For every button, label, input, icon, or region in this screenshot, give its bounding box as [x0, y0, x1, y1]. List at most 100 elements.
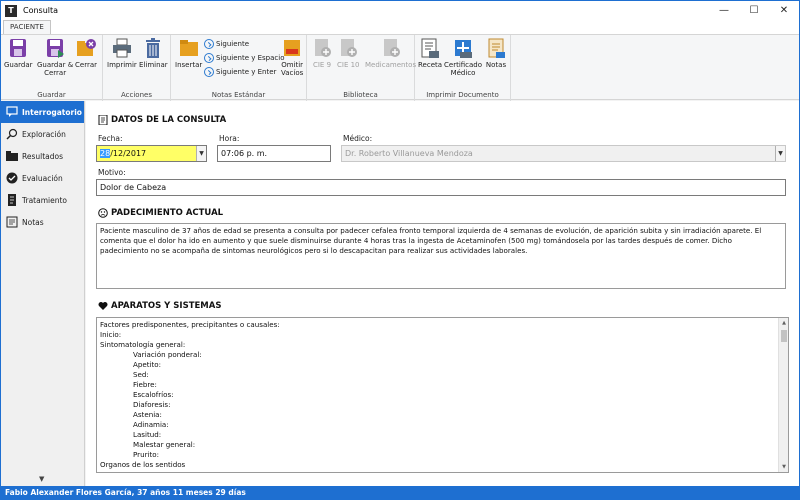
certificado-label-2: Médico	[450, 69, 476, 77]
omitir-vacios-button[interactable]: Omitir Vacíos	[281, 37, 303, 77]
app-icon: T	[5, 4, 17, 17]
siguiente-label: Siguiente	[216, 40, 250, 48]
motivo-label: Motivo:	[98, 168, 126, 177]
close-button[interactable]: ✕	[769, 1, 799, 20]
datos-section-title: DATOS DE LA CONSULTA	[98, 114, 226, 126]
cie10-button[interactable]: CIE 10	[337, 37, 360, 69]
aparatos-line: Sed:	[133, 370, 149, 379]
aparatos-line: Organos de los sentidos	[100, 460, 186, 469]
ribbon-group-imprimir-documento: Receta Certificado Médico Notas Imprimir…	[415, 35, 511, 101]
aparatos-line: Adinamia:	[133, 420, 169, 429]
guardar-cerrar-button[interactable]: Guardar & Cerrar	[37, 37, 73, 77]
aparatos-line: Fiebre:	[133, 380, 157, 389]
fecha-rest: /12/2017	[110, 149, 147, 158]
check-circle-icon	[6, 172, 18, 184]
main-content: DATOS DE LA CONSULTA Fecha: 28/12/2017 ▼…	[86, 101, 799, 486]
medicamentos-label: Medicamentos	[365, 61, 417, 69]
guardar-button[interactable]: Guardar	[4, 37, 33, 69]
aparatos-line: Factores predisponentes, precipitantes o…	[100, 320, 280, 329]
sidebar-item-tratamiento[interactable]: Tratamiento	[1, 189, 84, 211]
chevron-down-icon[interactable]: ▼	[775, 146, 785, 161]
certificado-medico-button[interactable]: Certificado Médico	[444, 37, 482, 77]
cie10-label: CIE 10	[337, 61, 360, 69]
ribbon: Guardar Guardar & Cerrar Cerrar Guardar	[1, 34, 799, 101]
eliminar-label: Eliminar	[139, 61, 168, 69]
ribbon-group-label-acciones: Acciones	[121, 91, 152, 99]
aparatos-line: Diaforesis:	[133, 400, 171, 409]
omitir-label-2: Vacíos	[281, 69, 304, 77]
tab-paciente[interactable]: PACIENTE	[3, 20, 51, 35]
padecimiento-textarea[interactable]: Paciente masculino de 37 años de edad se…	[96, 223, 786, 289]
consulta-window: T Consulta — ☐ ✕ PACIENTE Guardar Guarda…	[0, 0, 800, 500]
ribbon-group-label-biblioteca: Biblioteca	[343, 91, 378, 99]
ribbon-group-guardar: Guardar Guardar & Cerrar Cerrar Guardar	[1, 35, 103, 101]
document-icon	[98, 114, 108, 126]
siguiente-enter-button[interactable]: Siguiente y Enter	[204, 66, 276, 78]
vertical-scrollbar[interactable]: ▲ ▼	[778, 318, 788, 472]
notas-print-button[interactable]: Notas	[485, 37, 507, 69]
sidebar-item-label: Exploración	[22, 129, 66, 139]
heart-icon	[98, 301, 108, 311]
title-bar: T Consulta — ☐ ✕	[1, 1, 799, 20]
aparatos-textarea[interactable]: Factores predisponentes, precipitantes o…	[96, 317, 789, 473]
chevron-down-icon[interactable]: ▼	[196, 146, 206, 161]
scrollbar-thumb[interactable]	[781, 330, 787, 342]
guardar-label: Guardar	[4, 61, 33, 69]
minimize-button[interactable]: —	[709, 1, 739, 20]
save-close-icon	[44, 37, 66, 59]
scroll-up-icon[interactable]: ▲	[779, 318, 788, 328]
medicamentos-button[interactable]: Medicamentos	[365, 37, 416, 69]
insertar-button[interactable]: Insertar	[175, 37, 202, 69]
sidebar-scroll-down-icon[interactable]: ▼	[39, 475, 44, 483]
siguiente-espacio-button[interactable]: Siguiente y Espacio	[204, 52, 284, 64]
receta-label: Receta	[418, 61, 443, 69]
window-title: Consulta	[23, 6, 59, 15]
guardar-cerrar-label-2: Cerrar	[44, 69, 67, 77]
cerrar-button[interactable]: Cerrar	[75, 37, 97, 69]
sidebar-item-evaluacion[interactable]: Evaluación	[1, 167, 84, 189]
sidebar-item-notas[interactable]: Notas	[1, 211, 84, 233]
siguiente-enter-label: Siguiente y Enter	[216, 68, 277, 76]
window-controls: — ☐ ✕	[709, 1, 799, 20]
aparatos-section-title: APARATOS Y SISTEMAS	[98, 301, 221, 311]
trash-icon	[142, 37, 164, 59]
siguiente-button[interactable]: Siguiente	[204, 38, 249, 50]
sidebar: Interrogatorio Exploración Resultados Ev…	[1, 101, 85, 486]
medico-field[interactable]: Dr. Roberto Villanueva Mendoza ▼	[341, 145, 786, 162]
ribbon-tab-strip: PACIENTE	[1, 20, 799, 35]
aparatos-line: Escalofríos:	[133, 390, 174, 399]
aparatos-line: Variación ponderal:	[133, 350, 202, 359]
medical-certificate-icon	[452, 37, 474, 59]
receta-button[interactable]: Receta	[418, 37, 442, 69]
scroll-down-icon[interactable]: ▼	[779, 462, 788, 472]
ribbon-group-label-notas: Notas Estándar	[211, 91, 266, 99]
arrow-circle-icon	[204, 53, 214, 63]
ribbon-group-acciones: Imprimir Eliminar Acciones	[103, 35, 171, 101]
sidebar-item-interrogatorio[interactable]: Interrogatorio	[1, 101, 84, 123]
cie9-button[interactable]: CIE 9	[311, 37, 333, 69]
ribbon-group-label-guardar: Guardar	[37, 91, 66, 99]
sidebar-item-exploracion[interactable]: Exploración	[1, 123, 84, 145]
magnifier-icon	[6, 128, 18, 140]
motivo-field[interactable]: Dolor de Cabeza	[96, 179, 786, 196]
sidebar-item-label: Evaluación	[22, 173, 63, 183]
fecha-field[interactable]: 28/12/2017 ▼	[96, 145, 207, 162]
cerrar-label: Cerrar	[75, 61, 97, 69]
folder-icon	[6, 150, 18, 162]
hora-field[interactable]: 07:06 p. m.	[217, 145, 331, 162]
insertar-label: Insertar	[175, 61, 203, 69]
aparatos-title-text: APARATOS Y SISTEMAS	[111, 301, 222, 311]
aparatos-line: Apetito:	[133, 360, 161, 369]
notes-print-icon	[485, 37, 507, 59]
aparatos-line: Inicio:	[100, 330, 122, 339]
add-document-icon	[311, 37, 333, 59]
notas-print-label: Notas	[485, 61, 507, 69]
notes-icon	[6, 216, 18, 228]
insert-note-icon	[178, 37, 200, 59]
padecimiento-section-title: PADECIMIENTO ACTUAL	[98, 208, 223, 218]
eliminar-button[interactable]: Eliminar	[139, 37, 168, 69]
guardar-cerrar-label-1: Guardar &	[37, 61, 74, 69]
sidebar-item-resultados[interactable]: Resultados	[1, 145, 84, 167]
imprimir-button[interactable]: Imprimir	[107, 37, 137, 69]
maximize-button[interactable]: ☐	[739, 1, 769, 20]
